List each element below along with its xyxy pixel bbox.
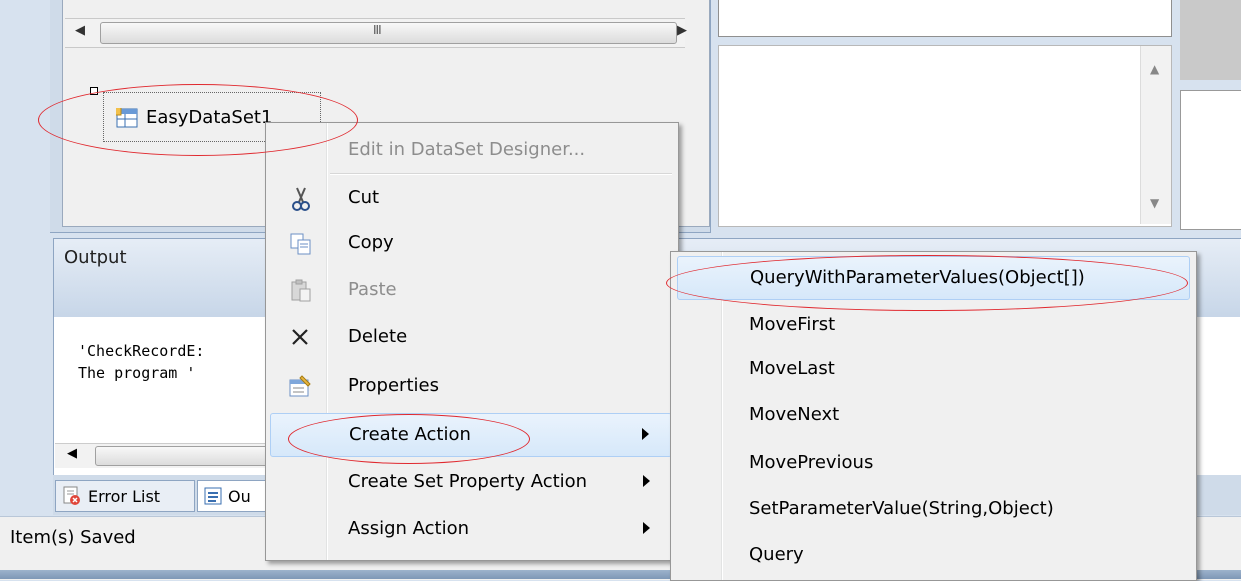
menu-item-label: MoveFirst [749,314,836,335]
scroll-grip: III [373,23,382,37]
scroll-left-arrow-icon[interactable]: ◀ [75,23,85,38]
menu-item-label: Delete [348,326,408,347]
menu-item-assign-action[interactable]: Assign Action [270,508,672,552]
designer-horizontal-scrollbar[interactable]: ◀ III ▶ [65,18,687,48]
menu-item-label: Assign Action [348,518,469,539]
submenu-item-moveprevious[interactable]: MovePrevious [677,442,1190,486]
right-text-pane[interactable] [718,45,1172,227]
submenu-item-setparametervalue[interactable]: SetParameterValue(String,Object) [677,488,1190,532]
output-text[interactable]: 'CheckRecordE: The program ' [78,340,204,384]
menu-item-properties[interactable]: Properties [270,365,672,409]
menu-item-label: Query [749,544,804,565]
menu-item-label: SetParameterValue(String,Object) [749,498,1054,519]
menu-item-create-action[interactable]: Create Action [270,413,672,457]
submenu-item-movenext[interactable]: MoveNext [677,394,1190,438]
scroll-down-arrow-icon[interactable]: ▼ [1150,196,1159,210]
submenu-arrow-icon [642,428,649,440]
menu-item-cut[interactable]: Cut [270,177,672,221]
properties-icon [289,375,311,397]
menu-item-label: Create Set Property Action [348,471,588,492]
error-list-icon [63,486,80,505]
delete-x-icon [292,329,308,345]
right-vertical-scrollbar[interactable]: ▲ ▼ [1140,46,1171,224]
menu-separator [330,173,672,175]
right-edge-box [1180,90,1241,230]
output-line: The program ' [78,364,196,382]
menu-item-label: QueryWithParameterValues(Object[]) [750,267,1085,288]
menu-item-label: Create Action [349,424,471,445]
tab-output[interactable]: Ou [197,480,267,512]
scroll-right-arrow-icon[interactable]: ▶ [677,23,687,38]
tab-error-list[interactable]: Error List [55,480,195,512]
scroll-up-arrow-icon[interactable]: ▲ [1150,62,1159,76]
component-name: EasyDataSet1 [146,107,273,128]
tab-label: Error List [88,486,161,506]
output-horizontal-scrollbar[interactable]: ◀ [55,443,272,468]
top-right-panel [718,0,1172,37]
menu-item-label: Properties [348,375,439,396]
scroll-left-arrow-icon[interactable]: ◀ [67,446,77,461]
submenu-item-movelast[interactable]: MoveLast [677,348,1190,392]
menu-item-paste[interactable]: Paste [270,269,672,313]
scroll-thumb[interactable]: III [100,22,677,44]
submenu-item-movefirst[interactable]: MoveFirst [677,304,1190,348]
submenu-item-query[interactable]: Query [677,534,1190,578]
output-icon [204,487,222,505]
dataset-icon [116,108,138,128]
menu-item-label: Paste [348,279,397,300]
menu-item-copy[interactable]: Copy [270,222,672,266]
copy-icon [290,233,311,255]
menu-item-label: Cut [348,187,380,208]
scroll-thumb[interactable] [95,446,272,466]
menu-item-label: MovePrevious [749,452,874,473]
context-menu: Edit in DataSet Designer... Cut Copy Pas… [265,122,679,561]
status-text: Item(s) Saved [10,527,136,548]
scissors-icon [292,187,310,211]
output-line: 'CheckRecordE: [78,342,205,360]
menu-item-label: MoveNext [749,404,840,425]
submenu-item-querywithparametervalues[interactable]: QueryWithParameterValues(Object[]) [677,256,1190,300]
selection-handle[interactable] [90,87,98,95]
submenu-arrow-icon [643,522,650,534]
menu-item-delete[interactable]: Delete [270,316,672,360]
tab-label: Ou [228,486,251,506]
menu-item-label: Copy [348,232,394,253]
menu-item-label: Edit in DataSet Designer... [348,139,586,160]
menu-item-edit-in-dataset-designer[interactable]: Edit in DataSet Designer... [270,129,672,173]
paste-icon [291,279,311,302]
output-title: Output [64,247,127,268]
menu-item-create-set-property-action[interactable]: Create Set Property Action [270,461,672,505]
submenu-arrow-icon [643,475,650,487]
menu-item-label: MoveLast [749,358,835,379]
right-edge-panel [1180,0,1241,80]
create-action-submenu: QueryWithParameterValues(Object[]) MoveF… [670,251,1197,581]
